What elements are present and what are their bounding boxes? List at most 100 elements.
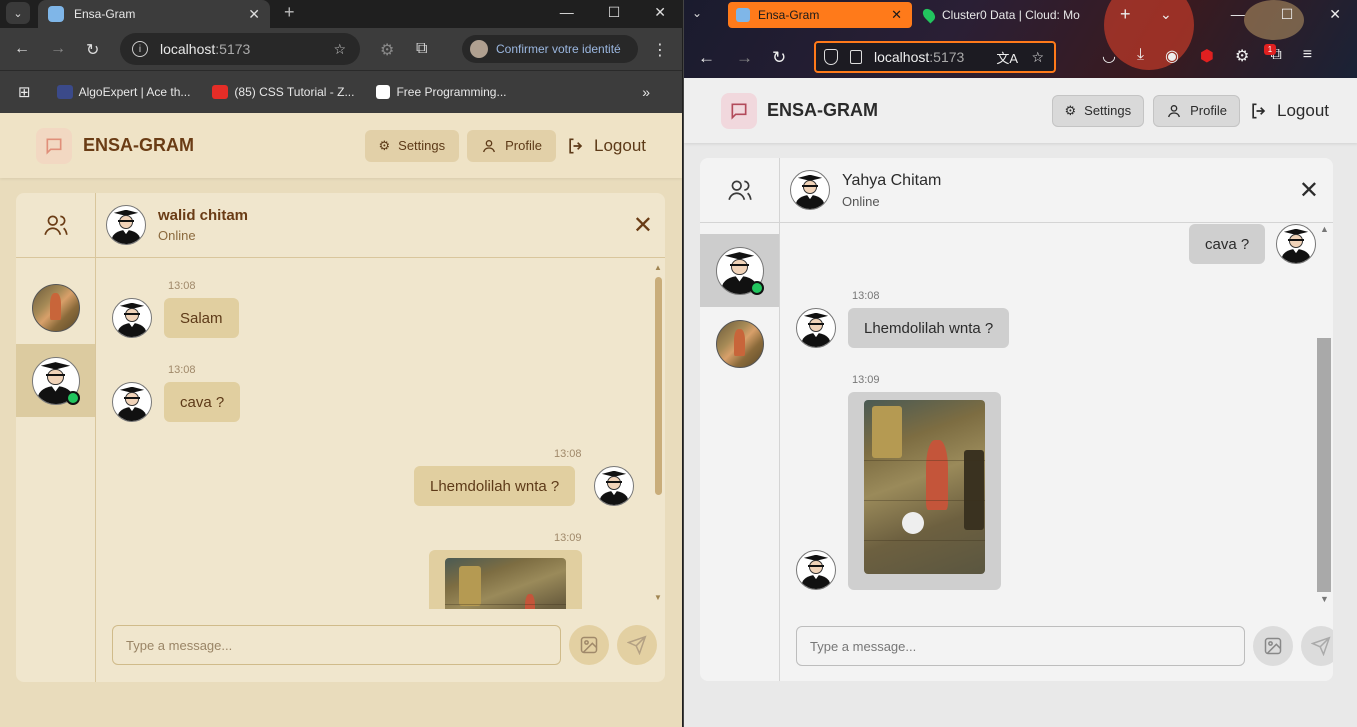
image-message-bubble[interactable] xyxy=(848,392,1001,590)
message-scrollbar[interactable]: ▲ ▼ xyxy=(1317,224,1331,610)
message-scrollbar[interactable]: ▲ ▼ xyxy=(653,263,663,603)
ff-toolbar-icons: ◡ ⤓ ◉ ⬢ ⚙ ⧉ ≡ xyxy=(1102,46,1312,66)
shield-icon[interactable] xyxy=(824,49,838,65)
attach-image-button[interactable] xyxy=(1253,626,1293,666)
minimize-icon[interactable]: — xyxy=(560,4,574,21)
maximize-icon[interactable]: ☐ xyxy=(1281,6,1294,23)
send-button[interactable] xyxy=(617,625,657,665)
back-arrow-icon[interactable]: ← xyxy=(698,48,715,68)
bookmark-star-icon[interactable]: ☆ xyxy=(333,41,346,58)
avatar xyxy=(594,466,634,506)
maximize-icon[interactable]: ☐ xyxy=(608,4,621,21)
navbar-actions: ⚙ Settings Profile Logout xyxy=(1051,94,1329,127)
chrome-tab-title: Ensa-Gram xyxy=(74,7,136,21)
tab-list-icon[interactable]: ⌄ xyxy=(692,6,702,20)
profile-button[interactable]: Profile xyxy=(1153,94,1240,127)
bookmark-free-programming[interactable]: Free Programming... xyxy=(376,85,507,99)
contact-item-graduate[interactable] xyxy=(16,344,95,417)
menu-icon[interactable]: ≡ xyxy=(1303,46,1312,66)
message-time: 13:09 xyxy=(554,532,582,544)
chrome-tab-ensa-gram[interactable]: Ensa-Gram ✕ xyxy=(38,0,270,28)
logout-label: Logout xyxy=(1277,100,1329,120)
chat-logo-icon[interactable] xyxy=(721,92,757,129)
reload-icon[interactable]: ↻ xyxy=(772,48,786,68)
avatar xyxy=(796,308,836,348)
left-app-page: ENSA-GRAM ⚙ Settings Profile Logout wali… xyxy=(0,113,682,727)
more-bookmarks-icon[interactable]: » xyxy=(642,84,650,100)
shared-image[interactable] xyxy=(445,558,566,609)
scroll-up-icon[interactable]: ▲ xyxy=(654,263,662,272)
shared-image[interactable] xyxy=(864,400,985,574)
download-icon[interactable]: ⤓ xyxy=(1137,46,1144,66)
ensa-gram-favicon-icon xyxy=(736,8,750,22)
contact-item-photo[interactable] xyxy=(700,307,779,380)
back-arrow-icon[interactable]: ← xyxy=(14,40,30,58)
settings-button[interactable]: ⚙ Settings xyxy=(364,129,460,162)
close-tab-icon[interactable]: ✕ xyxy=(891,7,902,23)
pocket-icon[interactable]: ◡ xyxy=(1102,46,1116,66)
close-window-icon[interactable]: ✕ xyxy=(654,4,666,21)
extensions-puzzle-icon[interactable]: ⧉ xyxy=(416,40,427,58)
message-input[interactable]: Type a message... xyxy=(112,625,561,665)
scrollbar-thumb[interactable] xyxy=(1317,338,1331,592)
message-input[interactable]: Type a message... xyxy=(796,626,1245,666)
chat-panel: Yahya Chitam Online ✕ cava ? 13:08 Lhemd… xyxy=(780,158,1333,681)
scroll-up-icon[interactable]: ▲ xyxy=(1320,224,1329,234)
new-tab-button[interactable]: + xyxy=(284,2,295,23)
settings-button[interactable]: ⚙ Settings xyxy=(1051,94,1145,127)
close-window-icon[interactable]: ✕ xyxy=(1329,6,1341,23)
ff-address-bar[interactable]: localhost:5173 文A ☆ xyxy=(814,41,1056,73)
settings-label: Settings xyxy=(1084,103,1132,118)
ff-tab-ensa-gram[interactable]: Ensa-Gram ✕ xyxy=(728,2,912,28)
message-bubble: Lhemdolilah wnta ? xyxy=(848,308,1010,348)
brand-title[interactable]: ENSA-GRAM xyxy=(767,100,878,121)
extension-badge-icon[interactable]: ⚙ xyxy=(1235,46,1249,66)
window-controls: — ☐ ✕ xyxy=(560,4,666,21)
navbar-actions: ⚙ Settings Profile Logout xyxy=(364,129,646,162)
scroll-down-icon[interactable]: ▼ xyxy=(1320,594,1329,604)
scrollbar-thumb[interactable] xyxy=(655,277,662,495)
bookmark-label: (85) CSS Tutorial - Z... xyxy=(234,85,355,99)
ublock-icon[interactable]: ⬢ xyxy=(1200,46,1214,66)
extension-robot-icon[interactable]: ⚙ xyxy=(380,40,394,60)
logout-button[interactable]: Logout xyxy=(1249,101,1329,121)
identity-button[interactable]: Confirmer votre identité xyxy=(462,35,638,63)
list-all-tabs-icon[interactable]: ⌄ xyxy=(1160,6,1172,23)
send-button[interactable] xyxy=(1301,626,1333,666)
chat-logo-icon[interactable] xyxy=(36,127,72,164)
chrome-menu-icon[interactable]: ⋮ xyxy=(652,40,668,60)
url-port: :5173 xyxy=(215,41,251,57)
forward-arrow-icon[interactable]: → xyxy=(50,40,66,58)
chrome-address-bar[interactable]: i localhost:5173 ☆ xyxy=(120,33,360,65)
contact-item-graduate[interactable] xyxy=(700,234,779,307)
new-tab-button[interactable]: + xyxy=(1120,4,1131,25)
close-tab-icon[interactable]: ✕ xyxy=(248,6,260,23)
close-chat-icon[interactable]: ✕ xyxy=(1299,176,1319,205)
bookmark-css-tutorial[interactable]: (85) CSS Tutorial - Z... xyxy=(212,85,354,99)
image-message-bubble[interactable] xyxy=(429,550,582,609)
page-icon[interactable] xyxy=(850,50,862,64)
image-icon xyxy=(580,636,598,654)
apps-grid-icon[interactable]: ⊞ xyxy=(18,83,31,101)
avatar xyxy=(715,319,764,368)
ff-tab-mongodb[interactable]: Cluster0 Data | Cloud: Mo xyxy=(920,2,1094,28)
attach-image-button[interactable] xyxy=(569,625,609,665)
forward-arrow-icon[interactable]: → xyxy=(736,48,753,68)
url-host: localhost xyxy=(160,41,216,57)
profile-button[interactable]: Profile xyxy=(467,129,556,162)
tab-search-button[interactable]: ⌄ xyxy=(6,2,30,24)
close-chat-icon[interactable]: ✕ xyxy=(633,211,653,240)
contact-item-photo[interactable] xyxy=(16,271,95,344)
avatar xyxy=(790,170,830,210)
minimize-icon[interactable]: — xyxy=(1231,6,1245,23)
scroll-down-icon[interactable]: ▼ xyxy=(654,593,662,602)
reload-icon[interactable]: ↻ xyxy=(86,40,99,60)
translate-icon[interactable]: 文A xyxy=(996,48,1018,67)
brand-title[interactable]: ENSA-GRAM xyxy=(83,135,194,156)
bookmark-star-icon[interactable]: ☆ xyxy=(1031,49,1044,66)
users-icon xyxy=(727,180,752,201)
logout-button[interactable]: Logout xyxy=(566,136,646,156)
account-icon[interactable]: ◉ xyxy=(1165,46,1179,66)
site-info-icon[interactable]: i xyxy=(132,41,148,57)
bookmark-algoexpert[interactable]: AlgoExpert | Ace th... xyxy=(56,85,190,99)
